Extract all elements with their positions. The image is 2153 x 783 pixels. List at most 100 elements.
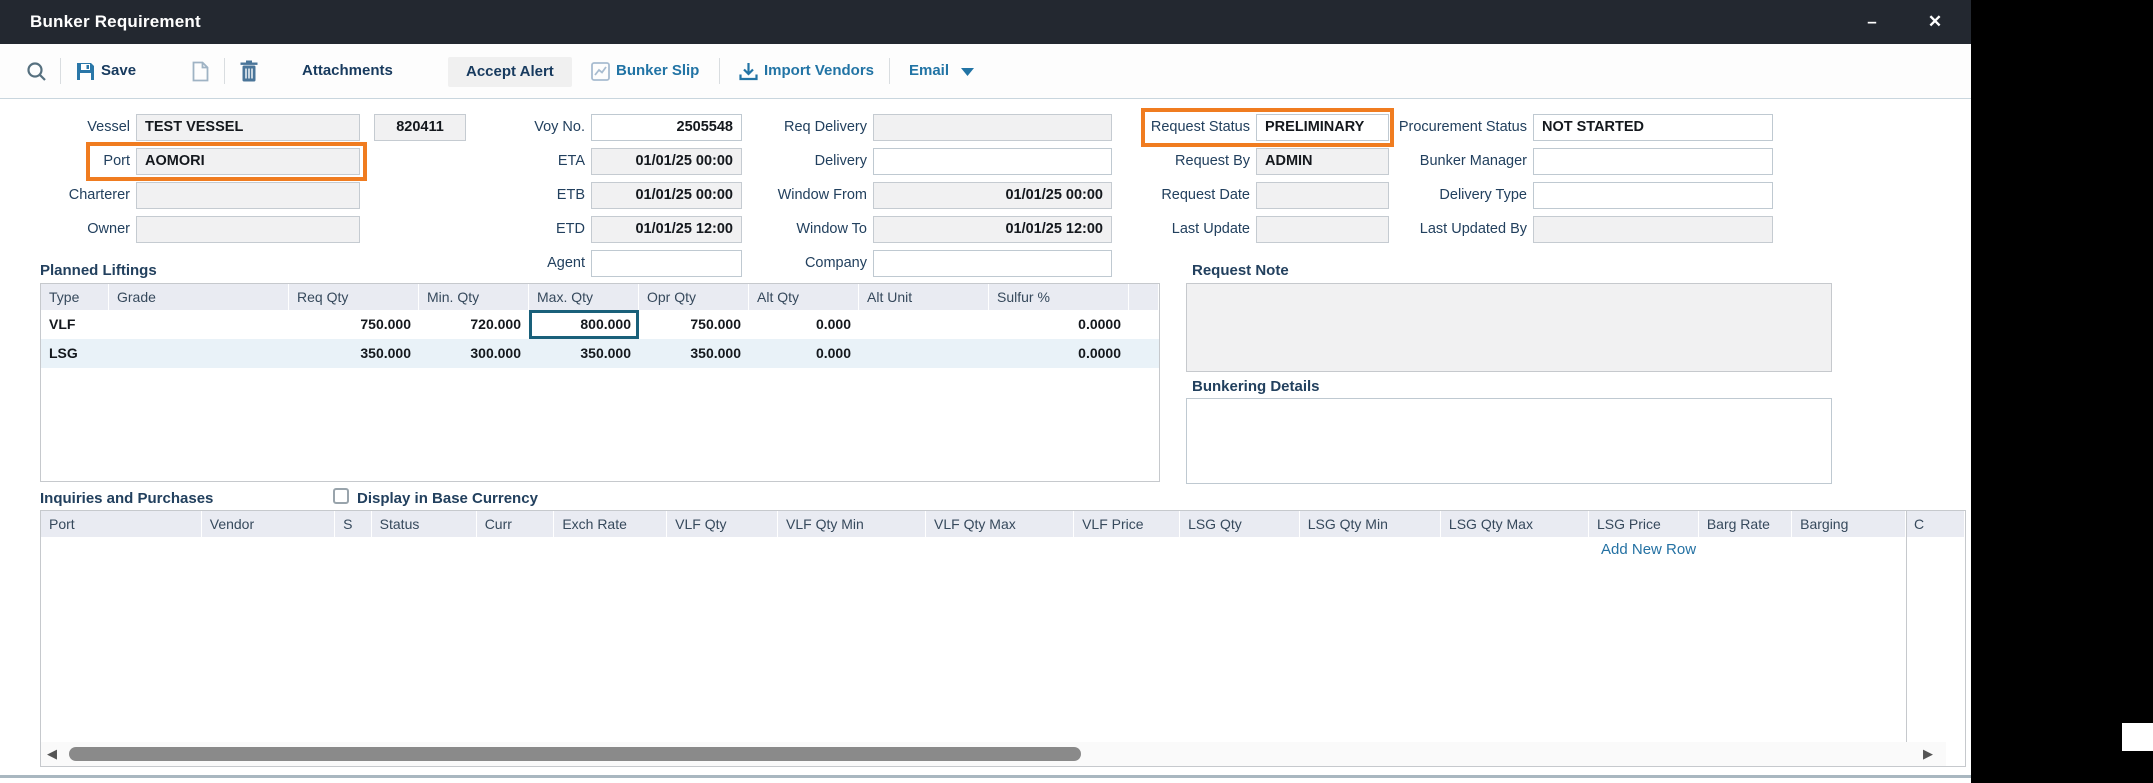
column-header[interactable]: Port bbox=[41, 511, 202, 537]
column-header[interactable]: LSG Price bbox=[1589, 511, 1699, 537]
etd-label: ETD bbox=[460, 216, 585, 243]
request-date-field[interactable] bbox=[1256, 182, 1389, 209]
alt-qty-cell[interactable]: 0.000 bbox=[749, 310, 859, 339]
column-header[interactable]: VLF Qty Min bbox=[778, 511, 926, 537]
bunker-manager-field[interactable] bbox=[1533, 148, 1773, 175]
delivery-type-field[interactable] bbox=[1533, 182, 1773, 209]
eta-field[interactable]: 01/01/25 00:00 bbox=[591, 148, 742, 175]
alt-qty-cell[interactable]: 0.000 bbox=[749, 339, 859, 368]
column-header[interactable]: VLF Price bbox=[1074, 511, 1180, 537]
alt-unit-cell[interactable] bbox=[859, 339, 989, 368]
etb-field[interactable]: 01/01/25 00:00 bbox=[591, 182, 742, 209]
column-header[interactable]: Min. Qty bbox=[419, 284, 529, 310]
delete-icon[interactable] bbox=[240, 60, 258, 82]
column-header[interactable]: Alt Qty bbox=[749, 284, 859, 310]
min-qty-cell[interactable]: 300.000 bbox=[419, 339, 529, 368]
delivery-field[interactable] bbox=[873, 148, 1112, 175]
max-qty-cell[interactable]: 350.000 bbox=[529, 339, 639, 368]
column-header[interactable]: Sulfur % bbox=[989, 284, 1129, 310]
close-button[interactable]: ✕ bbox=[1913, 0, 1957, 44]
attachments-button[interactable]: Attachments bbox=[302, 44, 393, 98]
scroll-right-arrow[interactable]: ▶ bbox=[1923, 746, 1937, 762]
column-header[interactable]: LSG Qty Max bbox=[1441, 511, 1589, 537]
port-field[interactable]: AOMORI bbox=[136, 148, 360, 175]
accept-alert-button[interactable]: Accept Alert bbox=[448, 57, 572, 87]
request-status-label: Request Status bbox=[1135, 114, 1250, 141]
req-delivery-field[interactable] bbox=[873, 114, 1112, 141]
column-header[interactable]: Max. Qty bbox=[529, 284, 639, 310]
voy-no-field[interactable]: 2505548 bbox=[591, 114, 742, 141]
toolbar-separator bbox=[60, 58, 61, 84]
save-icon bbox=[76, 62, 95, 81]
screen-black-filler bbox=[1971, 0, 2153, 783]
column-header[interactable]: Curr bbox=[477, 511, 555, 537]
window-from-field[interactable]: 01/01/25 00:00 bbox=[873, 182, 1112, 209]
type-cell[interactable]: LSG bbox=[41, 339, 109, 368]
column-header[interactable]: Alt Unit bbox=[859, 284, 989, 310]
agent-field[interactable] bbox=[591, 250, 742, 277]
column-header[interactable]: Req Qty bbox=[289, 284, 419, 310]
etd-field[interactable]: 01/01/25 12:00 bbox=[591, 216, 742, 243]
sulfur-cell[interactable]: 0.0000 bbox=[989, 310, 1129, 339]
request-by-field[interactable]: ADMIN bbox=[1256, 148, 1389, 175]
opr-qty-cell[interactable]: 350.000 bbox=[639, 339, 749, 368]
window-bottom-edge bbox=[0, 775, 1971, 778]
request-note-textarea[interactable] bbox=[1186, 283, 1832, 372]
email-dropdown-icon[interactable] bbox=[961, 68, 974, 77]
company-field[interactable] bbox=[873, 250, 1112, 277]
req-qty-cell[interactable]: 750.000 bbox=[289, 310, 419, 339]
column-header[interactable]: VLF Qty bbox=[667, 511, 778, 537]
type-cell[interactable]: VLF bbox=[41, 310, 109, 339]
display-base-currency-checkbox[interactable] bbox=[333, 488, 349, 504]
max-qty-cell-selected[interactable]: 800.000 bbox=[529, 310, 639, 339]
vessel-field[interactable]: TEST VESSEL bbox=[136, 114, 360, 141]
email-button[interactable]: Email bbox=[909, 44, 949, 98]
alt-unit-cell[interactable] bbox=[859, 310, 989, 339]
column-header[interactable]: S bbox=[335, 511, 372, 537]
grade-cell[interactable] bbox=[109, 339, 289, 368]
column-header[interactable]: Barging bbox=[1792, 511, 1906, 537]
add-new-row-link[interactable]: Add New Row bbox=[1601, 541, 1696, 558]
column-header[interactable]: Exch Rate bbox=[554, 511, 667, 537]
request-date-label: Request Date bbox=[1135, 182, 1250, 209]
planned-liftings-title: Planned Liftings bbox=[40, 262, 157, 279]
bunkering-details-textarea[interactable] bbox=[1186, 398, 1832, 484]
window-to-field[interactable]: 01/01/25 12:00 bbox=[873, 216, 1112, 243]
column-header[interactable]: Type bbox=[41, 284, 109, 310]
column-header-filler bbox=[1129, 284, 1159, 310]
procurement-status-field[interactable]: NOT STARTED bbox=[1533, 114, 1773, 141]
req-qty-cell[interactable]: 350.000 bbox=[289, 339, 419, 368]
new-document-icon[interactable] bbox=[192, 61, 209, 82]
column-header[interactable]: VLF Qty Max bbox=[926, 511, 1074, 537]
save-button[interactable]: Save bbox=[101, 44, 136, 98]
column-header-clipped[interactable]: C bbox=[1906, 511, 1965, 537]
search-icon[interactable] bbox=[26, 61, 47, 82]
last-update-field[interactable] bbox=[1256, 216, 1389, 243]
column-header[interactable]: LSG Qty bbox=[1180, 511, 1300, 537]
sulfur-cell[interactable]: 0.0000 bbox=[989, 339, 1129, 368]
opr-qty-cell[interactable]: 750.000 bbox=[639, 310, 749, 339]
grade-cell[interactable] bbox=[109, 310, 289, 339]
bunker-slip-icon bbox=[591, 62, 610, 81]
vessel-code-field[interactable]: 820411 bbox=[374, 114, 466, 141]
column-header[interactable]: Opr Qty bbox=[639, 284, 749, 310]
column-header[interactable]: Status bbox=[372, 511, 477, 537]
last-updated-by-label: Last Updated By bbox=[1380, 216, 1527, 243]
charterer-field[interactable] bbox=[136, 182, 360, 209]
column-header[interactable]: Grade bbox=[109, 284, 289, 310]
column-header[interactable]: Vendor bbox=[202, 511, 335, 537]
column-header[interactable]: Barg Rate bbox=[1699, 511, 1792, 537]
scroll-left-arrow[interactable]: ◀ bbox=[47, 746, 61, 762]
table-row[interactable]: VLF 750.000 720.000 800.000 750.000 0.00… bbox=[41, 310, 1159, 339]
table-row[interactable]: LSG 350.000 300.000 350.000 350.000 0.00… bbox=[41, 339, 1159, 368]
import-vendors-button[interactable]: Import Vendors bbox=[764, 44, 874, 98]
horizontal-scrollbar[interactable]: ◀ ▶ bbox=[41, 742, 1946, 766]
last-updated-by-field[interactable] bbox=[1533, 216, 1773, 243]
minimize-button[interactable]: – bbox=[1850, 0, 1894, 44]
owner-field[interactable] bbox=[136, 216, 360, 243]
min-qty-cell[interactable]: 720.000 bbox=[419, 310, 529, 339]
scrollbar-thumb[interactable] bbox=[69, 747, 1081, 761]
request-status-field[interactable]: PRELIMINARY bbox=[1256, 114, 1389, 141]
bunker-slip-button[interactable]: Bunker Slip bbox=[616, 44, 699, 98]
column-header[interactable]: LSG Qty Min bbox=[1300, 511, 1441, 537]
